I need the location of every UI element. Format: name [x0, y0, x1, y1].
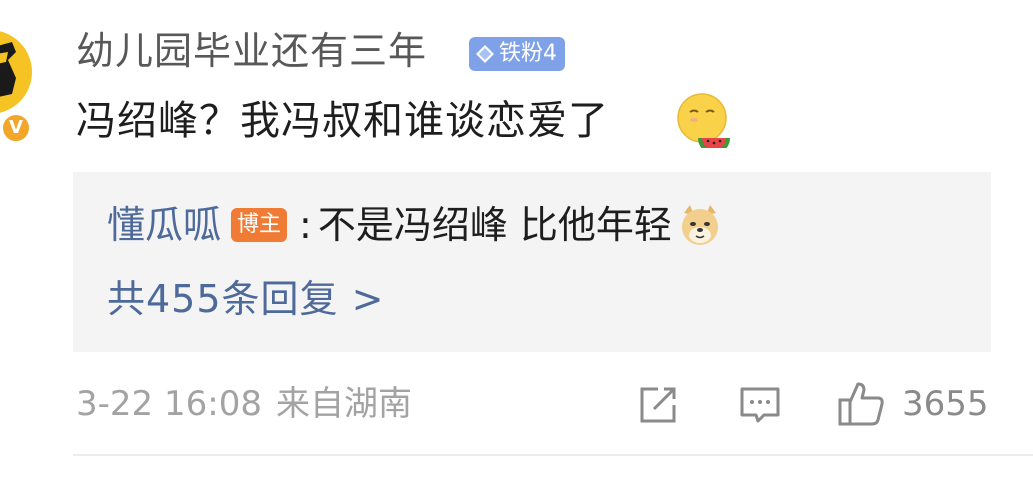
doge-emoji-icon: [681, 205, 718, 245]
reply-author-name[interactable]: 懂瓜呱: [107, 202, 221, 248]
like-count: 3655: [902, 384, 989, 424]
verified-badge-icon: V: [0, 112, 32, 144]
fan-level-badge[interactable]: 铁粉4: [469, 37, 565, 71]
eating-watermelon-emoji-icon: [677, 93, 730, 148]
user-avatar[interactable]: [0, 30, 32, 114]
blogger-tag: 博主: [231, 208, 288, 242]
fan-badge-label: 铁粉4: [499, 41, 557, 66]
comment-divider: [73, 454, 1033, 456]
comment-username[interactable]: 幼儿园毕业还有三年: [76, 28, 427, 74]
avatar-image: [0, 30, 32, 114]
comment-timestamp: 3-22 16:08: [76, 384, 262, 424]
comment-icon[interactable]: [738, 383, 782, 427]
reply-text: 不是冯绍峰 比他年轻: [317, 203, 672, 247]
comment-meta: 3-22 16:08 来自湖南: [76, 382, 412, 426]
reply-preview: 懂瓜呱 博主 : 不是冯绍峰 比他年轻: [107, 202, 722, 248]
diamond-icon: [476, 45, 494, 63]
reply-preview-box[interactable]: 懂瓜呱 博主 : 不是冯绍峰 比他年轻 共455条回复 >: [73, 172, 991, 352]
reply-separator: :: [299, 203, 312, 247]
share-icon[interactable]: [636, 383, 680, 427]
comment-location: 来自湖南: [275, 384, 412, 424]
comment-text: 冯绍峰？我冯叔和谁谈恋爱了: [76, 98, 609, 144]
like-thumbs-up-icon[interactable]: [836, 380, 886, 428]
view-all-replies-link[interactable]: 共455条回复 >: [107, 276, 384, 322]
